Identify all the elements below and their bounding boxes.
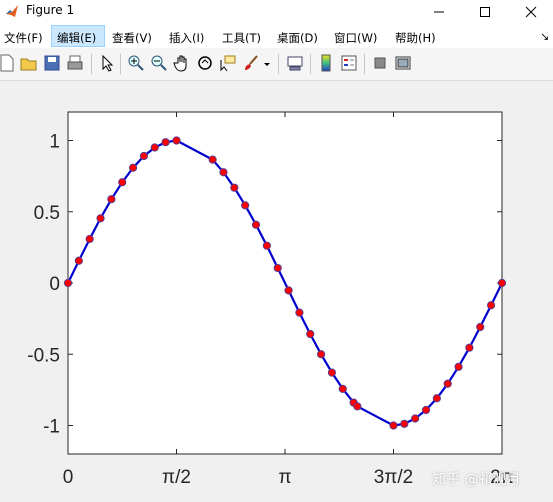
new-figure-icon[interactable] [0, 54, 16, 72]
data-point-marker[interactable] [476, 322, 485, 332]
x-tick-label: 3π/2 [374, 467, 414, 488]
menu-window[interactable]: 窗口(W) [334, 30, 377, 46]
data-point-marker[interactable] [208, 155, 217, 164]
brush-dropdown-icon[interactable] [262, 54, 272, 72]
toolbar-separator [364, 54, 365, 74]
data-point-marker[interactable] [497, 278, 507, 288]
data-point-marker[interactable] [443, 379, 452, 388]
data-point-marker[interactable] [432, 394, 441, 403]
data-point-marker[interactable] [230, 183, 239, 192]
print-icon[interactable] [66, 54, 84, 72]
menu-help[interactable]: 帮助(H) [395, 30, 436, 46]
figure-canvas[interactable]: 1 0.5 0 -0.5 -1 0 π/2 π 3π/2 2π [0, 81, 553, 502]
data-point-marker[interactable] [107, 195, 116, 204]
data-point-marker[interactable] [465, 343, 474, 352]
colorbar-icon[interactable] [317, 54, 335, 72]
data-point-marker[interactable] [85, 234, 94, 244]
y-tick-label: 0.5 [34, 203, 60, 224]
y-tick-label: 1 [49, 132, 60, 153]
data-point-marker[interactable] [172, 136, 181, 145]
x-tick-label: π [278, 467, 291, 488]
y-tick-label: -1 [43, 417, 60, 438]
toolbar-separator [120, 54, 121, 74]
menu-insert[interactable]: 插入(I) [169, 30, 204, 46]
data-point-marker[interactable] [251, 220, 261, 229]
data-point-marker[interactable] [389, 421, 398, 430]
brush-icon[interactable] [242, 54, 260, 72]
rotate-3d-icon[interactable] [196, 54, 214, 72]
data-point-marker[interactable] [454, 362, 463, 371]
data-point-marker[interactable] [316, 350, 326, 359]
data-point-marker[interactable] [139, 151, 149, 161]
data-point-marker[interactable] [241, 201, 250, 210]
legend-icon[interactable] [340, 54, 358, 72]
x-tick-label: π/2 [162, 467, 191, 488]
data-point-marker[interactable] [411, 414, 420, 423]
y-tick-label: -0.5 [27, 345, 60, 366]
toolbar-separator [91, 54, 92, 74]
toolbar [0, 48, 553, 81]
menu-edit[interactable]: 编辑(E) [57, 30, 96, 46]
toolbar-separator [310, 54, 311, 74]
data-point-marker[interactable] [295, 308, 304, 317]
link-plot-icon[interactable] [286, 54, 304, 72]
data-point-marker[interactable] [219, 168, 228, 177]
menu-file[interactable]: 文件(F) [4, 30, 43, 46]
data-point-marker[interactable] [128, 163, 138, 172]
title-bar: Figure 1 [0, 0, 553, 24]
data-point-marker[interactable] [338, 384, 347, 393]
data-point-marker[interactable] [327, 368, 337, 377]
edit-plot-arrow-icon[interactable] [98, 54, 116, 72]
data-cursor-icon[interactable] [219, 54, 237, 72]
data-point-marker[interactable] [262, 241, 271, 250]
close-icon [525, 6, 537, 18]
toolbar-separator [278, 54, 279, 74]
zoom-in-icon[interactable] [127, 54, 145, 72]
overflow-arrow-icon[interactable]: ↘ [540, 30, 549, 43]
data-point-marker[interactable] [400, 419, 409, 428]
data-point-marker[interactable] [161, 138, 170, 147]
maximize-icon [480, 7, 490, 17]
open-file-icon[interactable] [20, 54, 38, 72]
data-point-marker[interactable] [63, 278, 73, 288]
line-plot[interactable]: 10.50-0.5-10 π/2 π 3π/2 2π [0, 81, 553, 502]
data-point-marker[interactable] [353, 402, 362, 411]
matlab-logo-icon [6, 5, 18, 17]
menu-desktop[interactable]: 桌面(D) [277, 30, 318, 46]
window-title: Figure 1 [26, 3, 75, 17]
data-point-marker[interactable] [421, 405, 431, 415]
data-point-marker[interactable] [74, 256, 83, 265]
show-plot-tools-icon[interactable] [394, 54, 412, 72]
pan-hand-icon[interactable] [173, 54, 191, 72]
minimize-button[interactable] [416, 0, 462, 24]
zoom-out-icon[interactable] [150, 54, 168, 72]
y-tick-label: 0 [49, 274, 60, 295]
close-button[interactable] [508, 0, 553, 24]
watermark: 知乎 @祁观月 [432, 472, 521, 488]
minimize-icon [434, 11, 444, 13]
data-point-marker[interactable] [273, 263, 282, 273]
menu-view[interactable]: 查看(V) [112, 30, 152, 46]
data-point-marker[interactable] [96, 214, 105, 223]
data-point-marker[interactable] [150, 143, 159, 152]
data-point-marker[interactable] [118, 178, 127, 187]
data-point-marker[interactable] [306, 329, 315, 339]
x-tick-label: 0 [63, 467, 74, 488]
maximize-button[interactable] [462, 0, 508, 24]
data-point-marker[interactable] [284, 286, 293, 295]
hide-plot-tools-icon[interactable] [371, 54, 389, 72]
menu-tools[interactable]: 工具(T) [222, 30, 261, 46]
data-point-marker[interactable] [486, 301, 496, 310]
save-icon[interactable] [43, 54, 61, 72]
